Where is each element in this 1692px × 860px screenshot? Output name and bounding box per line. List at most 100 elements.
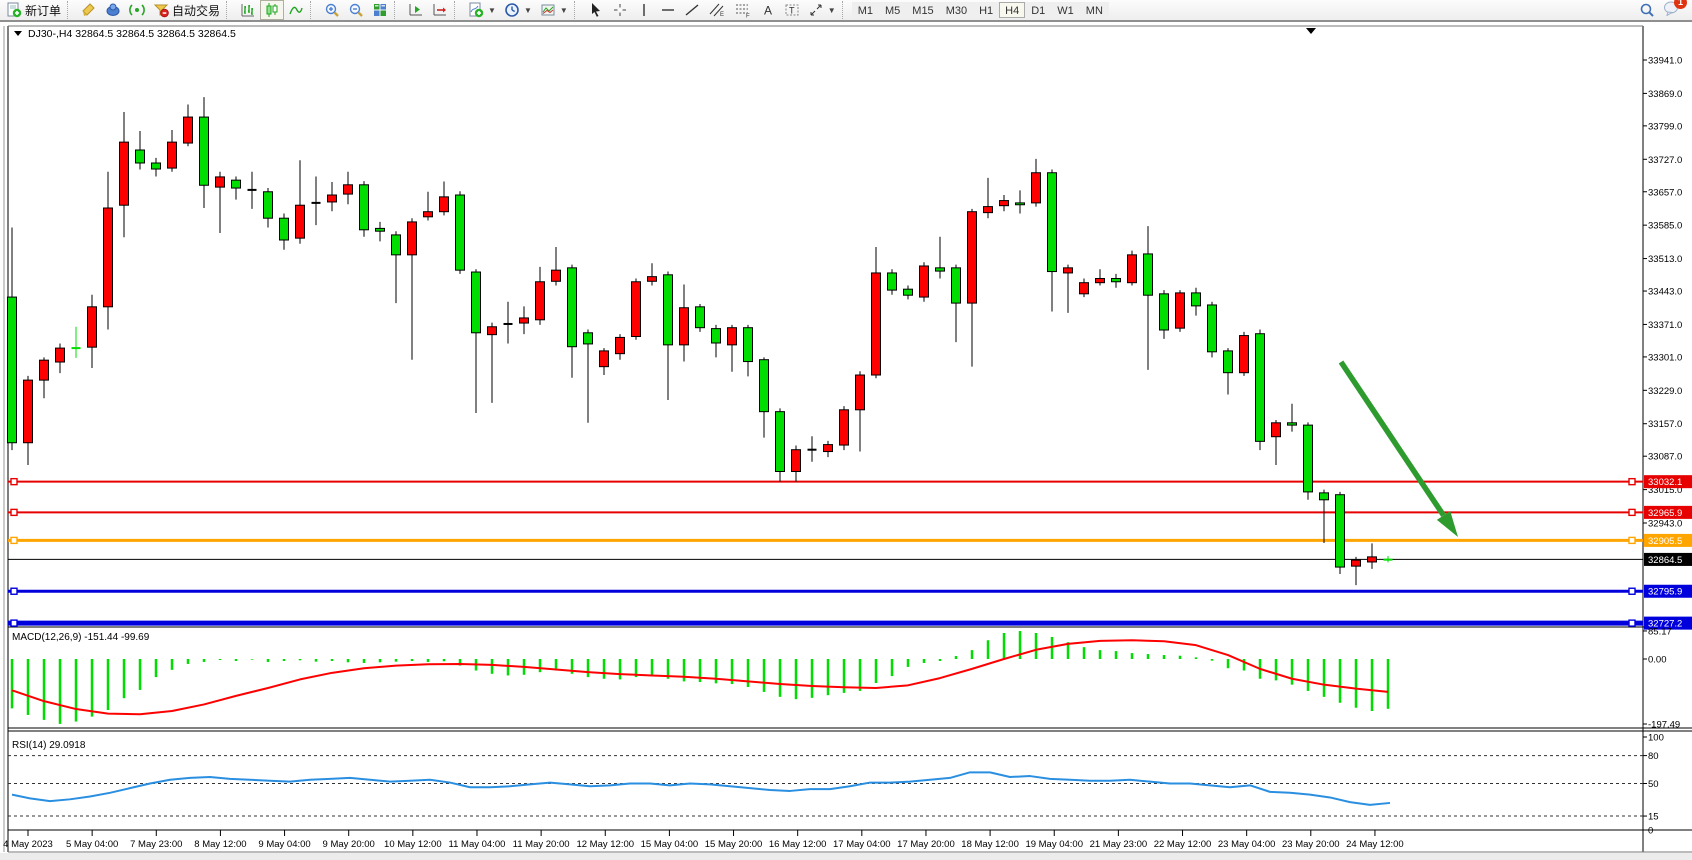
candle-body — [440, 197, 449, 212]
chart-shift-button[interactable] — [428, 0, 452, 20]
candle-body — [184, 117, 193, 143]
current-price-badge-label: 32864.5 — [1648, 555, 1682, 566]
separator — [454, 1, 462, 19]
timeframe-button-h4[interactable]: H4 — [999, 2, 1025, 18]
zoom-in-button[interactable] — [320, 0, 344, 20]
zoom-in-icon — [324, 2, 340, 18]
periods-button[interactable]: ▼ — [500, 0, 536, 20]
timeframe-button-m15[interactable]: M15 — [906, 2, 939, 18]
timeframe-button-h1[interactable]: H1 — [973, 2, 999, 18]
candle-body — [664, 275, 673, 345]
time-tick-label: 12 May 12:00 — [576, 839, 634, 850]
channel-tool-button[interactable]: E — [704, 0, 730, 20]
candle-body — [728, 328, 737, 345]
price-tick-label: 33443.0 — [1648, 287, 1682, 298]
hline-handle[interactable] — [1629, 509, 1635, 515]
hline-handle[interactable] — [11, 588, 17, 594]
svg-text:F: F — [746, 14, 750, 19]
candlestick-chart-button[interactable] — [260, 0, 284, 20]
trendline-tool-button[interactable] — [680, 0, 704, 20]
hline-handle[interactable] — [1629, 620, 1635, 626]
timeframe-button-mn[interactable]: MN — [1080, 2, 1109, 18]
chevron-down-icon: ▼ — [560, 6, 568, 15]
candle-body — [888, 273, 897, 290]
crosshair-tool-button[interactable] — [608, 0, 632, 20]
candle-doji — [312, 202, 321, 204]
candle-body — [1176, 293, 1185, 328]
candle-body — [920, 266, 929, 297]
candle-body — [1336, 495, 1345, 567]
equidistant-channel-icon: E — [708, 2, 726, 18]
candle-doji — [504, 323, 513, 325]
timeframe-bar: M1M5M15M30H1H4D1W1MN — [852, 2, 1109, 18]
time-tick-label: 7 May 23:00 — [130, 839, 182, 850]
search-icon[interactable] — [1639, 2, 1655, 18]
hline-handle[interactable] — [11, 537, 17, 543]
price-tick-label: 33513.0 — [1648, 254, 1682, 265]
timeframe-button-m5[interactable]: M5 — [879, 2, 906, 18]
candle-body — [1032, 173, 1041, 203]
zoom-out-button[interactable] — [344, 0, 368, 20]
candle-body — [1224, 351, 1233, 373]
vline-tool-button[interactable] — [632, 0, 656, 20]
price-tick-label: 33301.0 — [1648, 352, 1682, 363]
candle-body — [296, 205, 305, 238]
candle-body — [1048, 173, 1057, 272]
timeframe-button-m30[interactable]: M30 — [940, 2, 973, 18]
fibonacci-tool-button[interactable]: F — [730, 0, 756, 20]
auto-scroll-button[interactable] — [404, 0, 428, 20]
candle-body — [168, 142, 177, 168]
time-tick-label: 22 May 12:00 — [1154, 839, 1212, 850]
bar-chart-button[interactable] — [236, 0, 260, 20]
toolbar-right: 1 — [1639, 0, 1690, 21]
templates-button[interactable]: ▼ — [536, 0, 572, 20]
hline-handle[interactable] — [11, 620, 17, 626]
line-chart-button[interactable] — [284, 0, 308, 20]
editor-button[interactable] — [101, 0, 125, 20]
hline-handle[interactable] — [1629, 588, 1635, 594]
candle-body — [232, 180, 241, 188]
signals-button[interactable] — [125, 0, 149, 20]
auto-trading-icon — [153, 2, 169, 18]
chisel-icon — [81, 2, 97, 18]
price-tick-label: 33941.0 — [1648, 56, 1682, 67]
new-order-button[interactable]: 新订单 — [2, 0, 65, 20]
hline-handle[interactable] — [11, 509, 17, 515]
price-tick-label: 33869.0 — [1648, 89, 1682, 100]
candle-body — [360, 185, 369, 230]
new-order-icon — [6, 2, 22, 18]
arrows-tool-button[interactable]: ▼ — [804, 0, 840, 20]
timeframe-button-m1[interactable]: M1 — [852, 2, 879, 18]
clock-icon — [504, 2, 520, 18]
chat-button[interactable]: 1 — [1663, 0, 1680, 21]
candle-body — [1096, 279, 1105, 283]
hline-price-badge-label: 32795.9 — [1648, 587, 1682, 598]
label-tool-button[interactable]: T — [780, 0, 804, 20]
separator — [394, 1, 402, 19]
chart-canvas[interactable]: 33941.033869.033799.033727.033657.033585… — [0, 0, 1692, 860]
candle-doji — [1384, 559, 1393, 561]
hline-tool-button[interactable] — [656, 0, 680, 20]
auto-trading-button[interactable]: 自动交易 — [149, 0, 224, 20]
candle-body — [680, 308, 689, 345]
auto-scroll-icon — [408, 2, 424, 18]
candle-body — [984, 207, 993, 213]
text-tool-button[interactable]: A — [756, 0, 780, 20]
hline-handle[interactable] — [1629, 537, 1635, 543]
tool-yellow-button[interactable] — [77, 0, 101, 20]
timeframe-button-w1[interactable]: W1 — [1051, 2, 1080, 18]
hline-handle[interactable] — [1629, 479, 1635, 485]
time-tick-label: 8 May 12:00 — [194, 839, 246, 850]
indicators-button[interactable]: ▼ — [464, 0, 500, 20]
hline-handle[interactable] — [11, 479, 17, 485]
candle-body — [40, 360, 49, 380]
separator — [226, 1, 234, 19]
candle-body — [712, 329, 721, 343]
time-tick-label: 15 May 04:00 — [641, 839, 699, 850]
tile-windows-button[interactable] — [368, 0, 392, 20]
cursor-tool-button[interactable] — [584, 0, 608, 20]
timeframe-button-d1[interactable]: D1 — [1025, 2, 1051, 18]
candle-body — [1256, 334, 1265, 442]
candle-body — [472, 272, 481, 333]
new-order-label: 新订单 — [25, 2, 61, 19]
